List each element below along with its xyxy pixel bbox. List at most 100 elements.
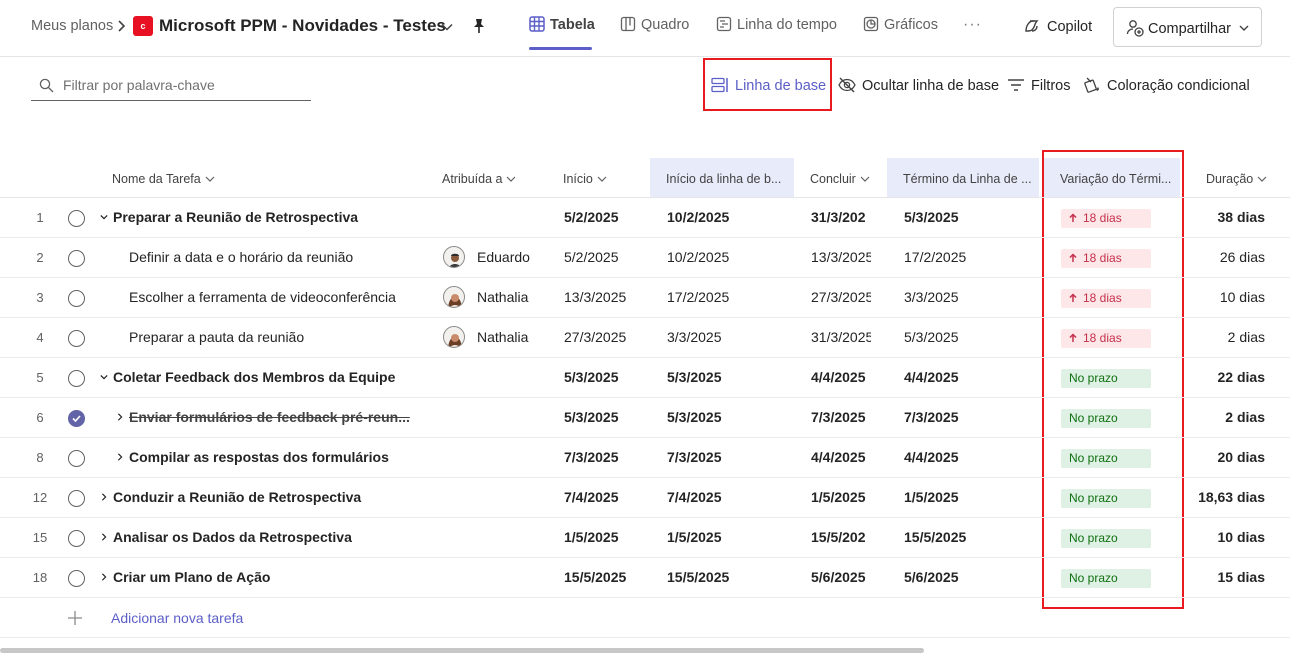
tab-charts[interactable]: Gráficos <box>863 16 938 50</box>
column-header-baseline-start[interactable]: Início da linha de b... <box>650 158 794 197</box>
assignee-cell[interactable]: Eduardo <box>443 238 553 277</box>
chevron-right-icon[interactable] <box>100 572 108 582</box>
duration-cell[interactable]: 18,63 dias <box>1180 478 1265 517</box>
assignee-cell[interactable]: Nathalia <box>443 278 553 317</box>
start-date-cell[interactable]: 5/2/2025 <box>564 238 644 277</box>
start-date-cell[interactable]: 7/3/2025 <box>564 438 644 477</box>
plan-title[interactable]: Microsoft PPM - Novidades - Testes <box>159 16 446 36</box>
duration-cell[interactable]: 26 dias <box>1180 238 1265 277</box>
task-name-cell[interactable]: Escolher a ferramenta de videoconferênci… <box>129 278 425 317</box>
start-date-cell[interactable]: 5/2/2025 <box>564 198 644 237</box>
chevron-right-icon[interactable] <box>116 452 124 462</box>
chevron-right-icon[interactable] <box>100 532 108 542</box>
start-date-cell[interactable]: 13/3/2025 <box>564 278 644 317</box>
duration-cell[interactable]: 15 dias <box>1180 558 1265 597</box>
table-row[interactable]: 8 Compilar as respostas dos formulários 7/… <box>0 438 1290 478</box>
task-name-cell[interactable]: Preparar a Reunião de Retrospectiva <box>100 198 425 237</box>
filters-button[interactable]: Filtros <box>1007 77 1070 94</box>
baseline-finish-cell[interactable]: 7/3/2025 <box>904 398 1024 437</box>
duration-cell[interactable]: 38 dias <box>1180 198 1265 237</box>
baseline-finish-cell[interactable]: 4/4/2025 <box>904 438 1024 477</box>
task-complete-checkbox[interactable] <box>68 370 85 387</box>
more-tabs-button[interactable]: ··· <box>963 16 982 34</box>
tab-board[interactable]: Quadro <box>620 16 689 50</box>
finish-date-cell[interactable]: 31/3/2025 <box>811 318 871 357</box>
baseline-button[interactable]: Linha de base <box>711 77 826 94</box>
column-header-task[interactable]: Nome da Tarefa <box>112 158 412 197</box>
task-complete-checkbox[interactable] <box>68 330 85 347</box>
duration-cell[interactable]: 2 dias <box>1180 398 1265 437</box>
chevron-right-icon[interactable] <box>116 412 124 422</box>
task-name-cell[interactable]: Preparar a pauta da reunião <box>129 318 425 357</box>
task-name-cell[interactable]: Enviar formulários de feedback pré-reun.… <box>116 398 425 437</box>
task-name-cell[interactable]: Criar um Plano de Ação <box>100 558 425 597</box>
baseline-finish-cell[interactable]: 3/3/2025 <box>904 278 1024 317</box>
baseline-start-cell[interactable]: 15/5/2025 <box>667 558 787 597</box>
baseline-start-cell[interactable]: 5/3/2025 <box>667 398 787 437</box>
baseline-finish-cell[interactable]: 1/5/2025 <box>904 478 1024 517</box>
finish-date-cell[interactable]: 4/4/2025 <box>811 358 871 397</box>
chevron-down-icon[interactable] <box>100 372 108 382</box>
tab-table[interactable]: Tabela <box>529 16 595 50</box>
finish-date-cell[interactable]: 13/3/2025 <box>811 238 871 277</box>
task-name-cell[interactable]: Analisar os Dados da Retrospectiva <box>100 518 425 557</box>
table-row[interactable]: 18 Criar um Plano de Ação 15/5/2025 15/5/20… <box>0 558 1290 598</box>
baseline-finish-cell[interactable]: 5/3/2025 <box>904 318 1024 357</box>
start-date-cell[interactable]: 7/4/2025 <box>564 478 644 517</box>
baseline-start-cell[interactable]: 3/3/2025 <box>667 318 787 357</box>
hide-baseline-button[interactable]: Ocultar linha de base <box>838 77 999 94</box>
baseline-start-cell[interactable]: 7/4/2025 <box>667 478 787 517</box>
baseline-start-cell[interactable]: 10/2/2025 <box>667 198 787 237</box>
column-header-start[interactable]: Início <box>563 158 643 197</box>
task-complete-checkbox[interactable] <box>68 290 85 307</box>
column-header-finish[interactable]: Concluir <box>810 158 885 197</box>
duration-cell[interactable]: 10 dias <box>1180 518 1265 557</box>
start-date-cell[interactable]: 5/3/2025 <box>564 358 644 397</box>
assignee-cell[interactable]: Nathalia <box>443 318 553 357</box>
start-date-cell[interactable]: 5/3/2025 <box>564 398 644 437</box>
column-header-baseline-finish[interactable]: Término da Linha de ... <box>887 158 1039 197</box>
start-date-cell[interactable]: 1/5/2025 <box>564 518 644 557</box>
column-header-variance[interactable]: Variação do Térmi... <box>1044 158 1180 197</box>
tab-timeline[interactable]: Linha do tempo <box>716 16 837 50</box>
baseline-start-cell[interactable]: 10/2/2025 <box>667 238 787 277</box>
table-row[interactable]: 4 Preparar a pauta da reunião Nathalia 27/3… <box>0 318 1290 358</box>
keyword-filter-input[interactable] <box>63 75 303 95</box>
task-name-cell[interactable]: Coletar Feedback dos Membros da Equipe <box>100 358 425 397</box>
column-header-duration[interactable]: Duração <box>1206 158 1290 197</box>
add-task-row[interactable]: Adicionar nova tarefa <box>0 598 1290 638</box>
column-header-assigned[interactable]: Atribuída a <box>442 158 552 197</box>
task-complete-checkbox[interactable] <box>68 530 85 547</box>
task-complete-checkbox[interactable] <box>68 490 85 507</box>
finish-date-cell[interactable]: 27/3/2025 <box>811 278 871 317</box>
baseline-finish-cell[interactable]: 17/2/2025 <box>904 238 1024 277</box>
task-complete-checkbox[interactable] <box>68 570 85 587</box>
finish-date-cell[interactable]: 1/5/2025 <box>811 478 871 517</box>
start-date-cell[interactable]: 27/3/2025 <box>564 318 644 357</box>
finish-date-cell[interactable]: 4/4/2025 <box>811 438 871 477</box>
finish-date-cell[interactable]: 7/3/2025 <box>811 398 871 437</box>
finish-date-cell[interactable]: 31/3/202 <box>811 198 871 237</box>
task-complete-checkbox[interactable] <box>68 450 85 467</box>
plan-menu-chevron-icon[interactable] <box>441 23 453 31</box>
task-name-cell[interactable]: Conduzir a Reunião de Retrospectiva <box>100 478 425 517</box>
task-complete-checkbox[interactable] <box>68 410 85 427</box>
duration-cell[interactable]: 20 dias <box>1180 438 1265 477</box>
pin-icon[interactable] <box>472 18 486 34</box>
finish-date-cell[interactable]: 15/5/202 <box>811 518 871 557</box>
chevron-down-icon[interactable] <box>100 212 108 222</box>
baseline-finish-cell[interactable]: 5/6/2025 <box>904 558 1024 597</box>
task-name-cell[interactable]: Definir a data e o horário da reunião <box>129 238 425 277</box>
breadcrumb-my-plans[interactable]: Meus planos <box>31 18 113 34</box>
baseline-start-cell[interactable]: 7/3/2025 <box>667 438 787 477</box>
task-name-cell[interactable]: Compilar as respostas dos formulários <box>116 438 425 477</box>
table-row[interactable]: 15 Analisar os Dados da Retrospectiva 1/5/… <box>0 518 1290 558</box>
conditional-coloring-button[interactable]: Coloração condicional <box>1083 77 1250 94</box>
table-row[interactable]: 5 Coletar Feedback dos Membros da Equipe 5… <box>0 358 1290 398</box>
share-button[interactable]: Compartilhar <box>1113 7 1262 47</box>
table-row[interactable]: 6 Enviar formulários de feedback pré-reun… <box>0 398 1290 438</box>
chevron-right-icon[interactable] <box>100 492 108 502</box>
baseline-finish-cell[interactable]: 5/3/2025 <box>904 198 1024 237</box>
duration-cell[interactable]: 22 dias <box>1180 358 1265 397</box>
table-row[interactable]: 1 Preparar a Reunião de Retrospectiva 5/2/… <box>0 198 1290 238</box>
